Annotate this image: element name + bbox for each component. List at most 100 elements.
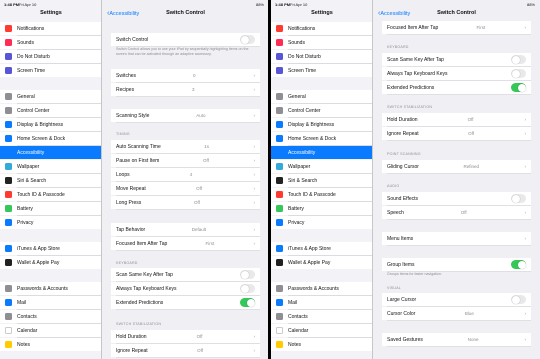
sidebar-item-accessibility[interactable]: Accessibility (271, 146, 372, 159)
keyboard-row[interactable]: Always Tap Keyboard Keys (382, 67, 531, 80)
stabilization-row[interactable]: Hold Duration Off › (111, 330, 260, 343)
sidebar-item-siri-search[interactable]: Siri & Search (271, 174, 372, 187)
stabilization-row[interactable]: Ignore Repeat Off › (111, 344, 260, 357)
saved-gestures-row[interactable]: Saved Gestures None › (382, 333, 531, 346)
timing-row-label: Pause on First Item (116, 157, 160, 164)
menu-items-row[interactable]: Menu Items › (382, 232, 531, 245)
sidebar-item-notes[interactable]: Notes (271, 338, 372, 351)
sidebar-item-battery[interactable]: Battery (271, 202, 372, 215)
large-cursor-row-toggle[interactable] (511, 295, 526, 304)
keyboard-row-toggle[interactable] (240, 298, 255, 307)
timing-row[interactable]: Auto Scanning Time 1s › (111, 140, 260, 153)
sidebar-item-wallet-apple-pay[interactable]: Wallet & Apple Pay (0, 256, 101, 269)
sidebar-item-label: Control Center (17, 107, 50, 114)
sidebar-item-general[interactable]: General (0, 90, 101, 103)
sidebar-item-wallpaper[interactable]: Wallpaper (271, 160, 372, 173)
separator (387, 305, 531, 306)
sidebar-item-mail[interactable]: Mail (271, 296, 372, 309)
keyboard-row[interactable]: Always Tap Keyboard Keys (111, 282, 260, 295)
sidebar-item-privacy[interactable]: Privacy (0, 216, 101, 229)
sidebar-item-notifications[interactable]: Notifications (0, 22, 101, 35)
sidebar-item-contacts[interactable]: Contacts (0, 310, 101, 323)
chevron-right-icon: › (253, 334, 256, 339)
sound-effects-row[interactable]: Sound Effects (382, 192, 531, 205)
sidebar-item-control-center[interactable]: Control Center (0, 104, 101, 117)
keyboard-row[interactable]: Extended Predictions (382, 81, 531, 94)
keyboard-header: KEYBOARD (116, 261, 138, 265)
timing-row[interactable]: Loops 4 › (111, 168, 260, 181)
sidebar-item-general[interactable]: General (271, 90, 372, 103)
scanning-style-row-label: Scanning Style (116, 112, 150, 119)
tap-row[interactable]: Focused Item After Tap First › (111, 237, 260, 250)
keyboard-row-toggle[interactable] (511, 83, 526, 92)
sidebar-item-touch-id-passcode[interactable]: Touch ID & Passcode (271, 188, 372, 201)
switch-control-row[interactable]: Switch Control (111, 33, 260, 46)
focused-item-row[interactable]: Focused Item After Tap First › (382, 21, 531, 34)
sidebar-item-screen-time[interactable]: Screen Time (271, 64, 372, 77)
gliding-cursor-row-label: Gliding Cursor (387, 163, 419, 170)
sidebar-item-control-center[interactable]: Control Center (271, 104, 372, 117)
sidebar-item-wallpaper[interactable]: Wallpaper (0, 160, 101, 173)
mail-icon (5, 299, 12, 306)
sidebar-item-contacts[interactable]: Contacts (271, 310, 372, 323)
keyboard-row[interactable]: Scan Same Key After Tap (382, 53, 531, 66)
stabilization-row[interactable]: Ignore Repeat Off › (382, 127, 531, 140)
sidebar-item-passwords-accounts[interactable]: Passwords & Accounts (271, 282, 372, 295)
sidebar-item-touch-id-passcode[interactable]: Touch ID & Passcode (0, 188, 101, 201)
keyboard-row-toggle[interactable] (511, 69, 526, 78)
recipes-row[interactable]: Recipes 3 › (111, 83, 260, 96)
sidebar-item-passwords-accounts[interactable]: Passwords & Accounts (0, 282, 101, 295)
sidebar-item-itunes-app-store[interactable]: iTunes & App Store (271, 242, 372, 255)
sidebar-item-sounds[interactable]: Sounds (271, 36, 372, 49)
sidebar-item-notifications[interactable]: Notifications (271, 22, 372, 35)
status-date: Fri Apr 10 (19, 1, 37, 7)
sound-effects-row-toggle[interactable] (511, 194, 526, 203)
sidebar-item-sounds[interactable]: Sounds (0, 36, 101, 49)
switch-control-description: Switch Control allows you to use your iP… (116, 47, 249, 56)
sidebar-item-label: Accessibility (288, 149, 316, 156)
chevron-right-icon: › (524, 311, 526, 316)
switches-row[interactable]: Switches 0 › (111, 69, 260, 82)
sidebar-item-wallet-apple-pay[interactable]: Wallet & Apple Pay (271, 256, 372, 269)
sidebar-item-screen-time[interactable]: Screen Time (0, 64, 101, 77)
keyboard-row-toggle[interactable] (240, 270, 255, 279)
speech-row-label: Speech (387, 209, 404, 216)
keyboard-row-toggle[interactable] (240, 284, 255, 293)
separator (17, 294, 101, 295)
timing-row[interactable]: Pause on First Item Off › (111, 154, 260, 167)
keyboard-row[interactable]: Scan Same Key After Tap (111, 268, 260, 281)
group-items-row[interactable]: Group Items (382, 258, 531, 271)
stabilization-row[interactable]: Hold Duration Off › (382, 113, 531, 126)
sidebar-item-do-not-disturb[interactable]: Do Not Disturb (0, 50, 101, 63)
scanning-style-row[interactable]: Scanning Style Auto › (111, 109, 260, 122)
separator (387, 218, 531, 219)
cursor-color-row[interactable]: Cursor Color Blue › (382, 307, 531, 320)
ipad-screen-right: 1:48 PM Fri Apr 10 Settings Notifications So… (271, 0, 539, 359)
sidebar-item-siri-search[interactable]: Siri & Search (0, 174, 101, 187)
sidebar-item-privacy[interactable]: Privacy (271, 216, 372, 229)
sidebar-item-notes[interactable]: Notes (0, 338, 101, 351)
sidebar-item-itunes-app-store[interactable]: iTunes & App Store (0, 242, 101, 255)
sidebar-item-home-screen-dock[interactable]: Home Screen & Dock (0, 132, 101, 145)
gliding-cursor-row[interactable]: Gliding Cursor Refined › (382, 160, 531, 173)
sidebar-item-display-brightness[interactable]: Display & Brightness (271, 118, 372, 131)
timing-row[interactable]: Move Repeat Off › (111, 182, 260, 195)
sidebar-item-calendar[interactable]: Calendar (271, 324, 372, 337)
large-cursor-row[interactable]: Large Cursor (382, 293, 531, 306)
sidebar-item-accessibility[interactable]: Accessibility (0, 146, 101, 159)
keyboard-row-toggle[interactable] (511, 55, 526, 64)
speech-row[interactable]: Speech Off › (382, 206, 531, 219)
sidebar-item-do-not-disturb[interactable]: Do Not Disturb (271, 50, 372, 63)
sidebar-item-mail[interactable]: Mail (0, 296, 101, 309)
separator (116, 121, 260, 122)
sidebar-item-display-brightness[interactable]: Display & Brightness (0, 118, 101, 131)
timing-row[interactable]: Long Press Off › (111, 196, 260, 209)
switch-control-row-toggle[interactable] (240, 35, 255, 44)
sidebar-item-calendar[interactable]: Calendar (0, 324, 101, 337)
keyboard-row[interactable]: Extended Predictions (111, 296, 260, 309)
sidebar-item-battery[interactable]: Battery (0, 202, 101, 215)
separator (116, 208, 260, 209)
sidebar-item-home-screen-dock[interactable]: Home Screen & Dock (271, 132, 372, 145)
tap-row[interactable]: Tap Behavior Default › (111, 223, 260, 236)
group-items-row-toggle[interactable] (511, 260, 526, 269)
